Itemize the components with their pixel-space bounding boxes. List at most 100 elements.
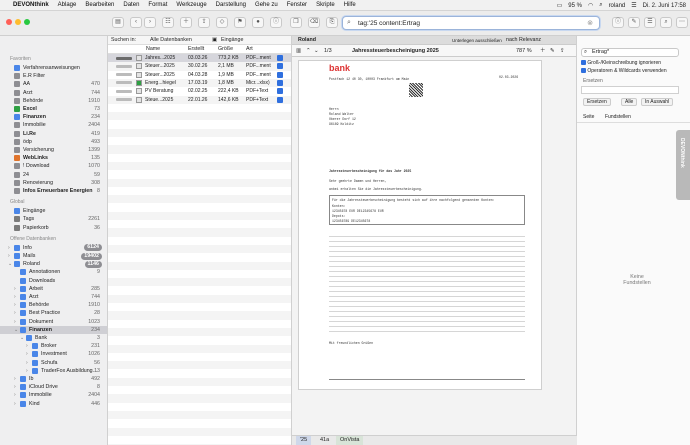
sidebar-database-item[interactable]: › Ib 492 bbox=[0, 375, 107, 383]
zoom-window-icon[interactable] bbox=[24, 19, 30, 25]
table-row[interactable]: Steuer...2025 30.02.26 2,1 MB PDF...ment bbox=[108, 62, 291, 71]
sidebar-favorite[interactable]: Versicherung 1399 bbox=[0, 146, 107, 154]
new-group-icon[interactable]: ＋ bbox=[180, 17, 192, 28]
tab-page[interactable]: Seite bbox=[583, 114, 594, 120]
table-row[interactable]: Jahres...2025 03.03.26 773,2 KB PDF...ment bbox=[108, 54, 291, 63]
sidebar-database-item[interactable]: › Schufa 56 bbox=[0, 359, 107, 367]
option-wildcards[interactable]: Operatoren & Wildcards verwenden bbox=[581, 68, 667, 74]
replace-all-button[interactable]: Alle bbox=[621, 98, 638, 106]
clock[interactable]: Di. 2. Juni 17:58 bbox=[643, 3, 686, 9]
sidebar-favorite[interactable]: E.R Filter bbox=[0, 72, 107, 80]
option-ignore-case[interactable]: Groß-/Kleinschreibung ignorieren bbox=[581, 60, 661, 66]
sidebar-favorite[interactable]: Behörde 1910 bbox=[0, 97, 107, 105]
forward-icon[interactable]: › bbox=[144, 17, 156, 28]
replace-input[interactable] bbox=[581, 86, 679, 94]
sidebar-database-item[interactable]: Annotationen 9 bbox=[0, 268, 107, 276]
sidebar-database-item[interactable]: › Kind 446 bbox=[0, 400, 107, 408]
page-up-icon[interactable]: ⌃ bbox=[306, 45, 311, 57]
column-name[interactable]: Name bbox=[146, 45, 160, 54]
sidebar-favorite[interactable]: Finanzen 234 bbox=[0, 113, 107, 121]
tag-onvista[interactable]: OnVista bbox=[336, 436, 364, 445]
chevron-right-icon[interactable]: › bbox=[14, 301, 16, 309]
sidebar-database-item[interactable]: › Broker 231 bbox=[0, 342, 107, 350]
wifi-icon[interactable]: ◠ bbox=[588, 2, 593, 9]
flag-icon[interactable]: ⚑ bbox=[234, 17, 246, 28]
sidebar-database-item[interactable]: › Mails 19402 bbox=[0, 252, 107, 260]
search-field[interactable]: ⌕ tag:'25 content:Ertrag ⊗ bbox=[342, 16, 600, 30]
menu-ablage[interactable]: Ablage bbox=[58, 2, 77, 8]
chevron-right-icon[interactable]: › bbox=[14, 318, 16, 326]
sidebar-database-item[interactable]: › iCloud Drive 8 bbox=[0, 383, 107, 391]
inspector-search-input[interactable]: Ertrag* bbox=[592, 49, 609, 56]
search-panel-icon[interactable]: ⌕ bbox=[660, 17, 672, 28]
zoom-in-icon[interactable]: ＋ bbox=[540, 45, 546, 57]
table-row[interactable]: Steuer...2025 04.03.28 1,9 MB PDF...ment bbox=[108, 71, 291, 79]
page-thumbnail-icon[interactable]: ▥ bbox=[296, 45, 301, 57]
table-row[interactable]: PV Beratung 02.02.25 222,4 KB PDF+Text bbox=[108, 87, 291, 95]
label-icon[interactable]: ● bbox=[252, 17, 264, 28]
sidebar-database-item[interactable]: Downloads bbox=[0, 277, 107, 285]
sidebar-favorite[interactable]: Li.Re 419 bbox=[0, 130, 107, 138]
table-row[interactable]: Steue...2025 22.01.26 142,6 KB PDF+Text bbox=[108, 95, 291, 104]
sidebar-database-item[interactable]: › Investment 1026 bbox=[0, 350, 107, 358]
chevron-down-icon[interactable]: ⌄ bbox=[8, 260, 12, 268]
tag-25[interactable]: '25 bbox=[296, 436, 312, 445]
menu-werkzeuge[interactable]: Werkzeuge bbox=[176, 2, 206, 8]
chevron-right-icon[interactable]: › bbox=[14, 375, 16, 383]
inspector-icon[interactable]: ⓘ bbox=[612, 17, 624, 28]
sidebar-favorite[interactable]: Infos Erneuerbare Energien 8 bbox=[0, 187, 107, 195]
chevron-right-icon[interactable]: › bbox=[14, 293, 16, 301]
annotations-icon[interactable]: ✎ bbox=[628, 17, 640, 28]
column-created[interactable]: Erstellt bbox=[188, 45, 204, 54]
replace-button[interactable]: Ersetzen bbox=[583, 98, 611, 106]
devonthink-side-tab[interactable]: DEVONthink bbox=[676, 130, 690, 200]
info-icon[interactable]: ⓘ bbox=[270, 17, 282, 28]
sidebar-favorite[interactable]: Immobilie 2404 bbox=[0, 121, 107, 129]
menu-skripte[interactable]: Skripte bbox=[316, 2, 335, 8]
chevron-right-icon[interactable]: › bbox=[26, 342, 28, 350]
sidebar-database-item[interactable]: ⌄ Bank 3 bbox=[0, 334, 107, 342]
column-size[interactable]: Größe bbox=[218, 45, 233, 54]
tab-matches[interactable]: Fundstellen bbox=[605, 114, 631, 120]
sidebar-toggle-icon[interactable]: ▤ bbox=[112, 17, 124, 28]
sidebar-database-item[interactable]: › Immobilie 2404 bbox=[0, 391, 107, 399]
search-spotlight-icon[interactable]: ⌕ bbox=[599, 2, 602, 9]
sidebar-favorite[interactable]: 24 59 bbox=[0, 171, 107, 179]
view-mode-icon[interactable]: ☷ bbox=[162, 17, 174, 28]
chevron-right-icon[interactable]: › bbox=[26, 359, 28, 367]
column-kind[interactable]: Art bbox=[246, 45, 253, 54]
inspector-search-field[interactable]: ⌕ Ertrag* bbox=[581, 48, 679, 57]
row-checkbox[interactable] bbox=[277, 96, 283, 103]
row-checkbox[interactable] bbox=[277, 55, 283, 61]
sort-menu[interactable]: nach Relevanz bbox=[506, 36, 541, 45]
menu-bearbeiten[interactable]: Bearbeiten bbox=[85, 2, 114, 8]
document-info-icon[interactable]: ☰ bbox=[644, 17, 656, 28]
sidebar-database-item[interactable]: › Dokument 1023 bbox=[0, 318, 107, 326]
minimize-window-icon[interactable] bbox=[15, 19, 21, 25]
zoom-level[interactable]: 787 % bbox=[516, 45, 532, 57]
chevron-right-icon[interactable]: › bbox=[8, 252, 10, 260]
tag-41a[interactable]: 41a bbox=[316, 436, 333, 445]
row-checkbox[interactable] bbox=[277, 63, 283, 70]
ocr-icon[interactable]: ⎘ bbox=[326, 17, 338, 28]
menu-fenster[interactable]: Fenster bbox=[287, 2, 307, 8]
delete-icon[interactable]: ⌫ bbox=[308, 17, 320, 28]
scope-all-databases[interactable]: Alle Datenbanken bbox=[150, 36, 192, 45]
chevron-right-icon[interactable]: › bbox=[8, 244, 10, 252]
menu-gehe-zu[interactable]: Gehe zu bbox=[255, 2, 278, 8]
chevron-down-icon[interactable]: ⌄ bbox=[14, 326, 18, 334]
sidebar-favorite[interactable]: ! Download 1070 bbox=[0, 162, 107, 170]
checkbox-wildcards[interactable] bbox=[581, 68, 586, 74]
chevron-right-icon[interactable]: › bbox=[26, 350, 28, 358]
sidebar-database-item[interactable]: › Info 6124 bbox=[0, 244, 107, 252]
sidebar-database-item[interactable]: › TraderFox Ausbildung... 13 bbox=[0, 367, 107, 375]
sidebar-favorite[interactable]: ödp 493 bbox=[0, 138, 107, 146]
sidebar-database-item[interactable]: › Arbeit 285 bbox=[0, 285, 107, 293]
menu-daten[interactable]: Daten bbox=[123, 2, 139, 8]
chevron-right-icon[interactable]: › bbox=[14, 391, 16, 399]
share-panel-icon[interactable]: ⋯ bbox=[676, 17, 688, 28]
menu-hilfe[interactable]: Hilfe bbox=[344, 2, 356, 8]
replace-selection-button[interactable]: In Auswahl bbox=[641, 98, 674, 106]
chevron-right-icon[interactable]: › bbox=[14, 383, 16, 391]
sidebar-database-item[interactable]: › Best Practice 28 bbox=[0, 309, 107, 317]
